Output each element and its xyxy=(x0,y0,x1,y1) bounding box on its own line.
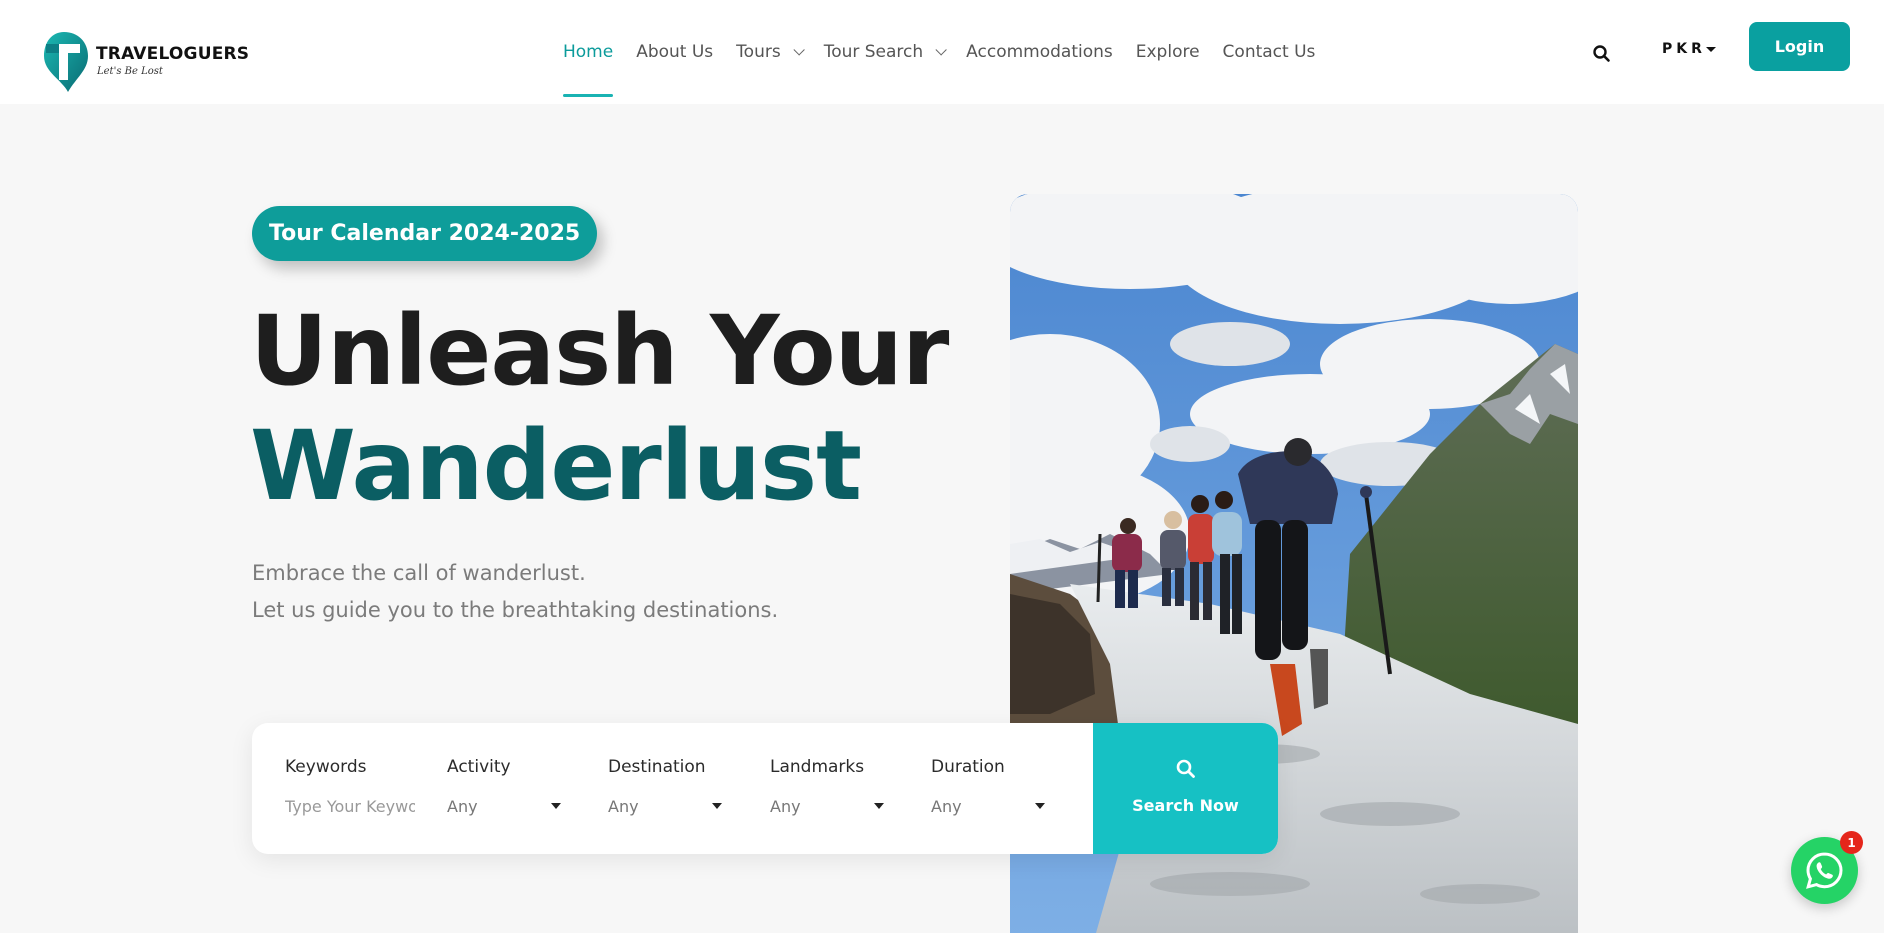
search-now-button[interactable]: Search Now xyxy=(1093,723,1278,854)
nav-item-contact-us[interactable]: Contact Us xyxy=(1223,0,1316,104)
brand-name: TRAVELOGUERS xyxy=(96,44,250,64)
logo-mark-icon xyxy=(44,32,88,92)
nav-item-explore[interactable]: Explore xyxy=(1136,0,1200,104)
destination-select[interactable]: Any xyxy=(608,797,722,817)
nav-item-label: About Us xyxy=(636,42,714,62)
caret-down-icon xyxy=(874,803,884,809)
nav-item-tours[interactable]: Tours xyxy=(736,0,805,104)
keywords-input[interactable] xyxy=(285,797,415,816)
nav-item-label: Contact Us xyxy=(1222,42,1316,62)
chevron-down-icon xyxy=(793,44,805,56)
tour-search-bar: Keywords Activity Any Destination Any La… xyxy=(252,723,1278,854)
nav-item-label: Tours xyxy=(736,42,781,62)
hero-title-line1: Unleash Your xyxy=(250,295,949,407)
activity-value: Any xyxy=(447,797,478,816)
nav-item-about-us[interactable]: About Us xyxy=(636,0,713,104)
keywords-label: Keywords xyxy=(285,757,367,777)
site-header: TRAVELOGUERS Let's Be Lost Home About Us… xyxy=(0,0,1884,104)
search-now-label: Search Now xyxy=(1132,796,1239,815)
chevron-down-icon xyxy=(935,44,947,56)
currency-value: PKR xyxy=(1662,41,1706,57)
caret-down-icon xyxy=(1035,803,1045,809)
caret-down-icon xyxy=(551,803,561,809)
header-search-button[interactable] xyxy=(1592,44,1612,64)
activity-field: Activity Any xyxy=(447,723,567,854)
landmarks-field: Landmarks Any xyxy=(770,723,890,854)
activity-select[interactable]: Any xyxy=(447,797,561,817)
hero-subtitle-line1: Embrace the call of wanderlust. xyxy=(252,561,586,585)
landmarks-label: Landmarks xyxy=(770,757,865,777)
login-button[interactable]: Login xyxy=(1749,22,1850,71)
notification-badge: 1 xyxy=(1840,831,1863,854)
brand-tagline: Let's Be Lost xyxy=(97,66,163,77)
nav-item-label: Explore xyxy=(1135,42,1200,62)
activity-label: Activity xyxy=(447,757,511,777)
keywords-field: Keywords xyxy=(285,723,420,854)
main-nav: Home About Us Tours Tour Search Accommod… xyxy=(563,0,1338,104)
duration-select[interactable]: Any xyxy=(931,797,1045,817)
search-icon xyxy=(1176,759,1195,778)
tour-calendar-badge[interactable]: Tour Calendar 2024-2025 xyxy=(252,206,598,261)
hero-title-line2: Wanderlust xyxy=(250,410,862,522)
search-icon xyxy=(1593,45,1610,62)
caret-down-icon xyxy=(1705,46,1716,52)
brand-logo[interactable]: TRAVELOGUERS Let's Be Lost xyxy=(40,30,250,94)
duration-field: Duration Any xyxy=(931,723,1051,854)
nav-item-accommodations[interactable]: Accommodations xyxy=(966,0,1113,104)
caret-down-icon xyxy=(712,803,722,809)
landmarks-value: Any xyxy=(770,797,801,816)
whatsapp-icon xyxy=(1806,852,1843,889)
destination-field: Destination Any xyxy=(608,723,728,854)
duration-label: Duration xyxy=(931,757,1005,777)
nav-item-label: Home xyxy=(563,42,614,62)
nav-item-label: Accommodations xyxy=(966,42,1113,62)
landmarks-select[interactable]: Any xyxy=(770,797,884,817)
currency-selector[interactable]: PKR xyxy=(1662,41,1716,57)
nav-item-home[interactable]: Home xyxy=(563,0,614,104)
hero-subtitle-line2: Let us guide you to the breathtaking des… xyxy=(252,598,779,622)
nav-item-tour-search[interactable]: Tour Search xyxy=(823,0,947,104)
destination-label: Destination xyxy=(608,757,706,777)
duration-value: Any xyxy=(931,797,962,816)
destination-value: Any xyxy=(608,797,639,816)
nav-item-label: Tour Search xyxy=(823,42,924,62)
